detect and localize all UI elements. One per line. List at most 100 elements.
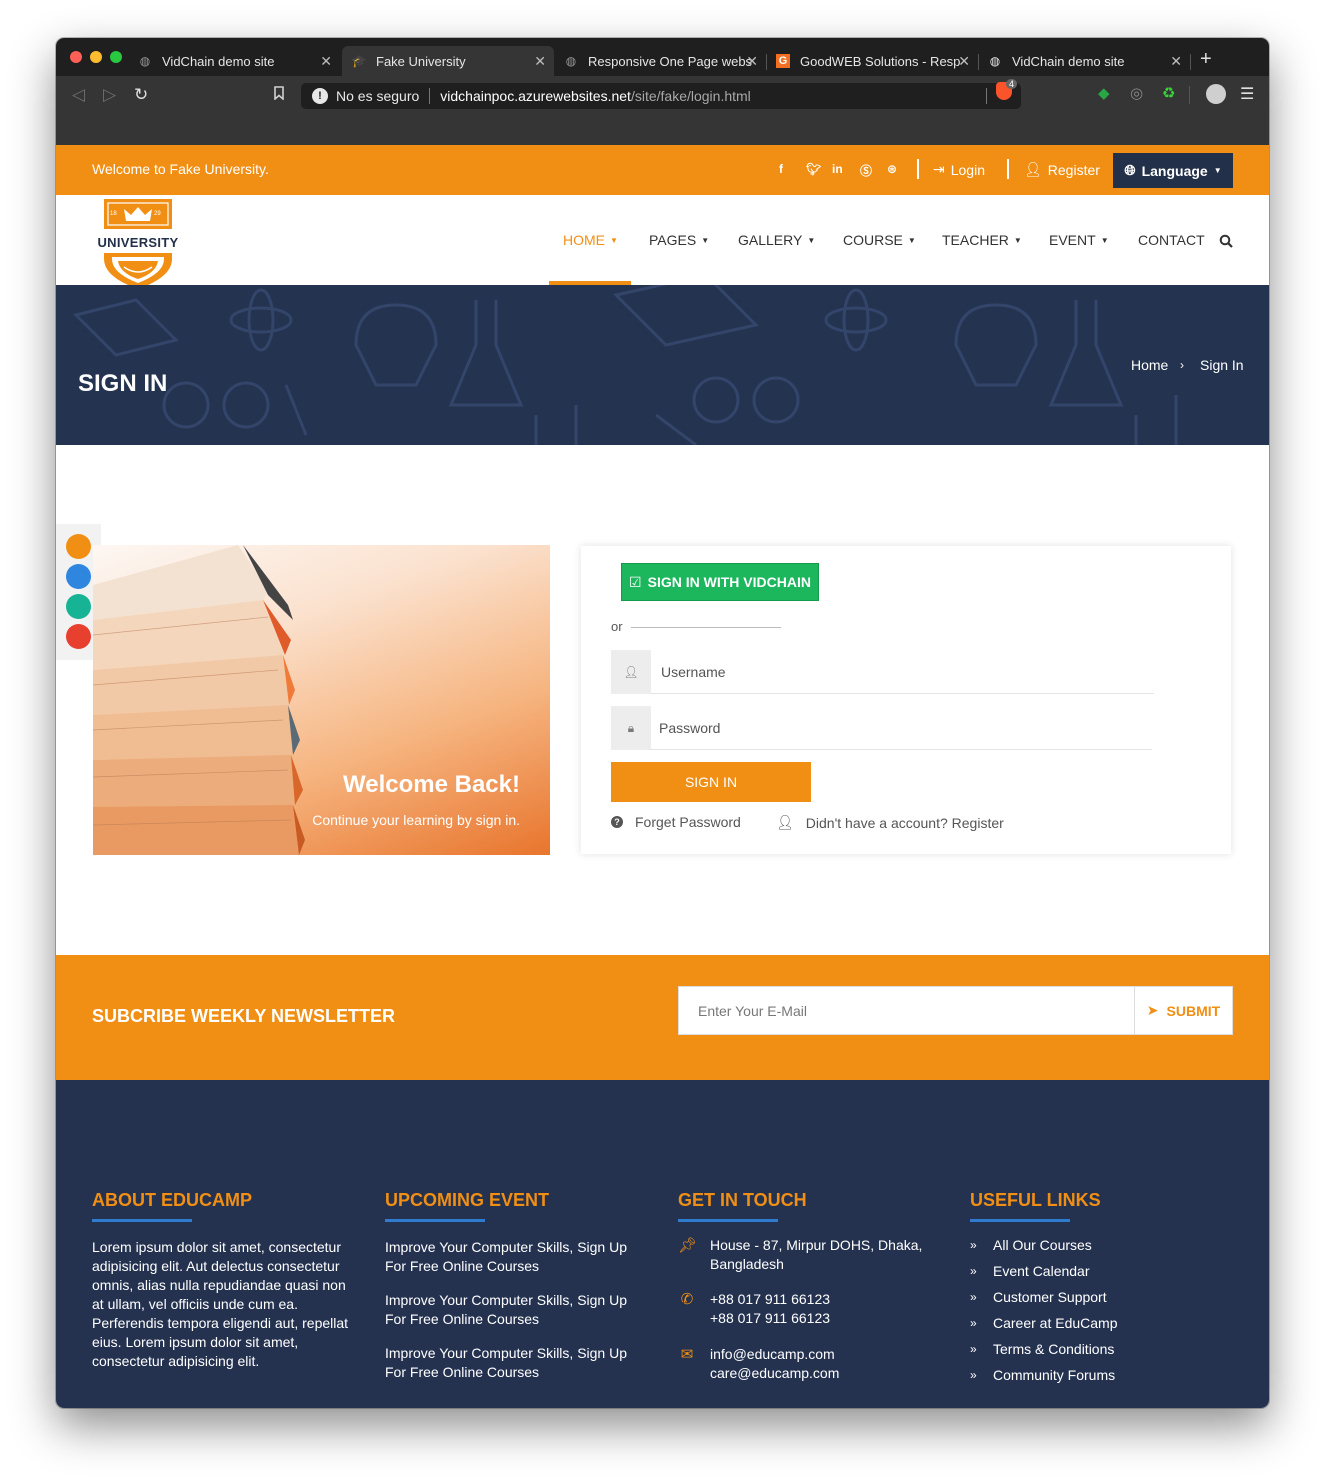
sign-in-button-label: SIGN IN [684, 774, 738, 790]
nav-teacher[interactable]: TEACHER ▼ [942, 232, 1022, 248]
heading-underline [678, 1219, 778, 1222]
goodweb-logo-icon: G [776, 54, 790, 68]
double-chevron-right-icon: » [970, 1368, 977, 1382]
evernote-extension-icon[interactable]: ◆ [1098, 84, 1110, 102]
double-chevron-right-icon: » [970, 1264, 977, 1278]
register-account-link[interactable]: 👤︎ Didn't have a account? Register [776, 814, 1004, 831]
sign-in-icon: ⇥ [933, 161, 945, 177]
username-input[interactable] [651, 650, 1154, 694]
footer-heading: USEFUL LINKS [970, 1190, 1101, 1210]
nav-home[interactable]: HOME ▼ [563, 232, 618, 248]
useful-link[interactable]: » Community Forums [970, 1362, 1118, 1388]
reload-icon[interactable]: ↻ [134, 85, 148, 105]
sign-in-with-vidchain-button[interactable]: ☑ SIGN IN WITH VIDCHAIN [621, 563, 819, 601]
dribbble-icon[interactable]: ⊛ [887, 162, 897, 176]
close-tab-icon[interactable]: ✕ [1170, 53, 1182, 70]
linkedin-icon[interactable]: in [832, 162, 843, 176]
forward-arrow-icon[interactable]: ▷ [103, 85, 116, 105]
address-bar[interactable]: ! No es seguro vidchainpoc.azurewebsites… [301, 83, 1021, 109]
close-tab-icon[interactable]: ✕ [746, 53, 758, 70]
bookmark-icon[interactable] [274, 86, 284, 100]
browser-tab[interactable]: ◍ VidChain demo site ✕ [128, 46, 340, 76]
browser-tab[interactable]: ◍ VidChain demo site ✕ [978, 46, 1190, 76]
or-divider-line [631, 627, 781, 628]
warning-icon[interactable]: ! [312, 88, 328, 104]
event-link[interactable]: Improve Your Computer Skills, Sign Up Fo… [385, 1291, 650, 1329]
nav-contact[interactable]: CONTACT [1138, 232, 1205, 248]
nav-course-label: COURSE [843, 232, 903, 248]
twitter-icon[interactable]: 🐦︎ [806, 162, 821, 176]
useful-link[interactable]: » Career at EduCamp [970, 1310, 1118, 1336]
tab-bar: ◍ VidChain demo site ✕ 🎓 Fake University… [56, 38, 1269, 76]
facebook-icon[interactable]: f [779, 162, 783, 176]
nav-gallery[interactable]: GALLERY ▼ [738, 232, 815, 248]
phone-number: +88 017 911 66123 [710, 1310, 831, 1326]
security-status[interactable]: No es seguro [336, 88, 419, 104]
useful-link-label: Community Forums [993, 1367, 1116, 1383]
close-tab-icon[interactable]: ✕ [958, 53, 970, 70]
new-tab-plus-icon[interactable]: + [1200, 49, 1212, 69]
about-text: Lorem ipsum dolor sit amet, consectetur … [92, 1239, 349, 1369]
caret-down-icon: ▼ [1100, 235, 1109, 245]
url-host: vidchainpoc.azurewebsites.net [440, 88, 631, 104]
search-icon[interactable] [1219, 234, 1233, 248]
close-tab-icon[interactable]: ✕ [320, 53, 332, 70]
close-tab-icon[interactable]: ✕ [534, 53, 546, 70]
footer-heading: GET IN TOUCH [678, 1190, 807, 1210]
theme-swatch-orange[interactable] [66, 534, 91, 559]
maximize-window-button[interactable] [110, 51, 122, 63]
theme-swatch-blue[interactable] [66, 564, 91, 589]
browser-tab-active[interactable]: 🎓 Fake University ✕ [342, 46, 554, 76]
lock-icon: 🔒︎ [611, 706, 651, 750]
nav-course[interactable]: COURSE ▼ [843, 232, 916, 248]
useful-link[interactable]: » Terms & Conditions [970, 1336, 1118, 1362]
browser-tab[interactable]: G GoodWEB Solutions - Resp ✕ [766, 46, 978, 76]
hero-title: Welcome Back! [343, 771, 520, 798]
forget-password-link[interactable]: ? Forget Password [611, 814, 741, 830]
extension-swirl-icon[interactable]: ◎ [1130, 84, 1143, 102]
toolbar-divider [1189, 86, 1190, 104]
event-link[interactable]: Improve Your Computer Skills, Sign Up Fo… [385, 1238, 650, 1276]
skype-icon[interactable]: Ⓢ [860, 162, 872, 179]
globe-icon: ◍ [989, 54, 1001, 68]
page-banner: SIGN IN Home › Sign In [56, 285, 1269, 445]
useful-link[interactable]: » Event Calendar [970, 1258, 1118, 1284]
password-input[interactable] [649, 706, 1152, 750]
login-link[interactable]: ⇥ Login [933, 161, 985, 178]
browser-tab[interactable]: ◍ Responsive One Page webs ✕ [554, 46, 766, 76]
sync-extension-icon[interactable]: ♻ [1162, 84, 1175, 102]
newsletter-form: ➤ SUBMIT [678, 986, 1233, 1035]
sign-in-button[interactable]: SIGN IN [611, 762, 811, 802]
newsletter-email-input[interactable] [679, 987, 1134, 1034]
minimize-window-button[interactable] [90, 51, 102, 63]
breadcrumb-home-link[interactable]: Home [1131, 357, 1168, 373]
back-arrow-icon[interactable]: ◁ [72, 85, 85, 105]
theme-swatch-red[interactable] [66, 624, 91, 649]
breadcrumb-current: Sign In [1200, 357, 1244, 373]
university-logo[interactable]: 18 29 UNIVERSITY [92, 197, 184, 289]
useful-link-label: Career at EduCamp [993, 1315, 1118, 1331]
logo-year-right: 29 [154, 211, 161, 217]
nav-pages[interactable]: PAGES ▼ [649, 232, 709, 248]
event-link[interactable]: Improve Your Computer Skills, Sign Up Fo… [385, 1344, 650, 1382]
site-footer: ABOUT EDUCAMP Lorem ipsum dolor sit amet… [56, 1080, 1269, 1408]
email-address[interactable]: care@educamp.com [710, 1364, 839, 1383]
doodle-background [73, 285, 1178, 445]
logo-wordmark: UNIVERSITY [97, 235, 179, 250]
nav-event[interactable]: EVENT ▼ [1049, 232, 1109, 248]
forget-password-label: Forget Password [635, 814, 741, 830]
theme-swatch-teal[interactable] [66, 594, 91, 619]
globe-icon: ◍ [139, 54, 151, 68]
menu-icon[interactable]: ☰ [1240, 84, 1254, 104]
profile-avatar-icon[interactable] [1206, 84, 1226, 104]
email-address[interactable]: info@educamp.com [710, 1345, 839, 1364]
useful-link[interactable]: » Customer Support [970, 1284, 1118, 1310]
close-window-button[interactable] [70, 51, 82, 63]
language-dropdown[interactable]: 🌐︎ Language ▼ [1113, 153, 1233, 188]
login-form-card: ☑ SIGN IN WITH VIDCHAIN or 👤︎ 🔒︎ SIGN IN… [581, 546, 1231, 854]
newsletter-submit-button[interactable]: ➤ SUBMIT [1134, 987, 1232, 1034]
useful-link[interactable]: » All Our Courses [970, 1232, 1118, 1258]
register-link[interactable]: 👤︎ Register [1024, 161, 1100, 178]
logo-year-left: 18 [110, 211, 117, 217]
browser-toolbar: ◁ ▷ ↻ ! No es seguro vidchainpoc.azurewe… [56, 76, 1269, 146]
